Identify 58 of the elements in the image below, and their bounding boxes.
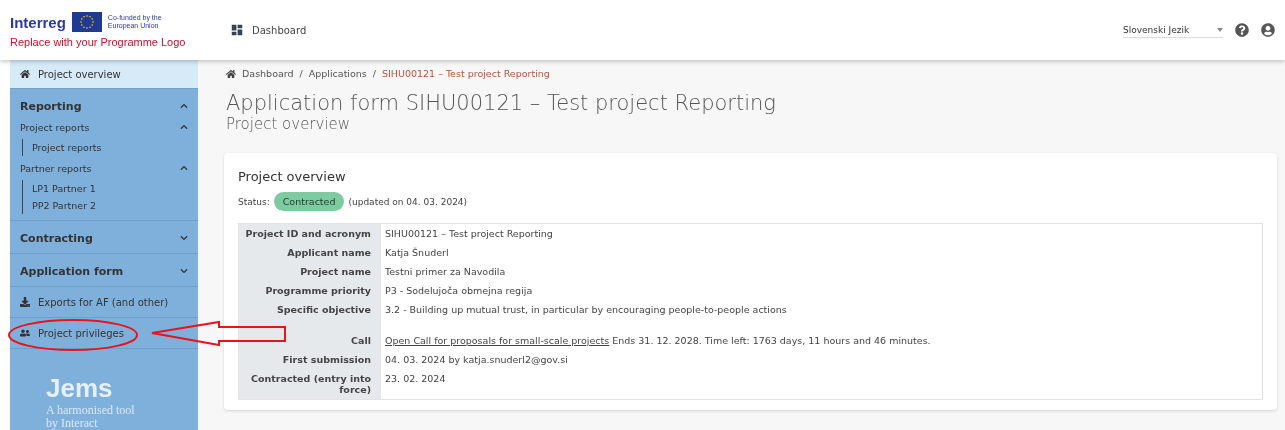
status-badge: Contracted [273,192,345,211]
user-icon[interactable] [1261,23,1275,37]
row-value: SIHU00121 – Test project Reporting [384,227,554,241]
breadcrumb-separator: / [299,68,303,79]
row-value: Testni primer za Navodila [384,265,507,279]
users-icon [20,328,30,338]
chevron-down-icon [180,234,188,242]
row-value: Ends 31. 12. 2028. Time left: 1763 days, 11 hours and 46 minutes. [612,335,931,346]
row-label: Specific objective [239,300,381,319]
subsection-header[interactable]: Partner reports [20,160,188,176]
status-note: (updated on 04. 03. 2024) [348,196,468,207]
row-value: Katja Šnuderl [384,246,450,260]
sidebar-item[interactable]: Project overview [10,60,198,89]
home-icon [226,68,236,79]
row-label: Contracted (entry into force) [239,369,381,399]
row-value: 3.2 - Building up mutual trust, in particular by encouraging people-to-people actions [384,303,788,317]
brand-logo: Interreg [10,13,66,31]
jems-logo: Jems [46,372,114,404]
caret-icon [1217,27,1223,32]
row-value: 23. 02. 2024 [384,372,447,386]
logo-note: Replace with your Programme Logo [10,36,187,48]
tagline: A harmonised tool [46,403,136,417]
row-label: First submission [239,350,381,369]
row-label: Programme priority [239,281,381,300]
page-subtitle: Project overview [226,115,352,133]
dashboard-icon [230,23,244,37]
section-header[interactable]: Application form [20,262,188,280]
home-icon [20,69,30,79]
chevron-up-icon [180,164,188,172]
chevron-up-icon [180,102,188,110]
eu-flag-icon [71,12,102,32]
chevron-down-icon [180,267,188,275]
sidebar-subitem[interactable]: LP1 Partner 1 [23,180,188,197]
section-header[interactable]: Contracting [20,229,188,247]
breadcrumb-current[interactable]: SIHU00121 – Test project Reporting [382,68,550,79]
tagline: by Interact [46,416,99,430]
language-select[interactable]: Slovenski Jezik [1123,22,1223,38]
row-value: 04. 03. 2024 by katja.snuderl2@gov.si [384,353,569,367]
breadcrumb-separator: / [372,68,376,79]
download-icon [20,297,30,307]
card-title: Project overview [238,169,347,184]
status-label: Status: [238,196,270,207]
breadcrumb-link[interactable]: Applications [308,68,367,79]
page-title: Application form SIHU00121 – Test project Reporting [226,91,777,115]
sidebar-subitem[interactable]: PP2 Partner 2 [23,197,188,214]
row-label: Project name [239,262,381,281]
breadcrumb-link[interactable]: Dashboard [242,68,294,79]
row-label: Applicant name [239,243,381,262]
row-label: Call [239,319,381,350]
row-value: P3 - Sodelujoča obmejna regija [384,284,534,298]
section-header[interactable]: Reporting [20,97,188,115]
help-icon[interactable] [1235,23,1249,37]
row-label: Project ID and acronym [239,224,381,243]
call-link[interactable]: Open Call for proposals for small-scale projects [385,335,610,346]
subsection-header[interactable]: Project reports [20,119,188,135]
chevron-up-icon [180,123,188,131]
dashboard-link[interactable]: Dashboard [230,23,307,37]
sidebar-subitem[interactable]: Project reports [23,139,188,156]
